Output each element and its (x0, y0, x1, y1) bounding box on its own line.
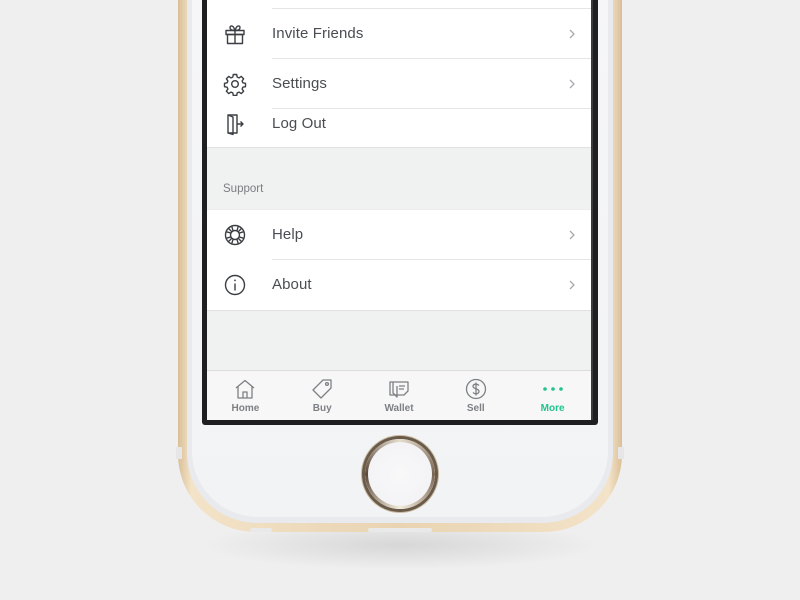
menu-item-label: Help (272, 226, 304, 243)
tab-label: Buy (312, 403, 332, 414)
gift-icon (225, 25, 245, 45)
menu-item-label: Invite Friends (272, 25, 364, 42)
menu-item-label: About (272, 276, 312, 293)
chevron-right-icon (569, 280, 575, 290)
dollar-circle-icon (465, 378, 486, 400)
chevron-right-icon (569, 29, 575, 39)
price-tag-icon (312, 379, 332, 399)
phone-side-button-left (176, 447, 182, 459)
tab-buy[interactable]: Buy (284, 371, 361, 420)
tab-label: Wallet (384, 403, 414, 414)
menu-item-log-out[interactable]: Log Out (207, 109, 591, 147)
home-button-ring (365, 439, 435, 509)
menu-item-settings[interactable]: Settings (207, 59, 591, 109)
support-menu-group: Help About (207, 209, 591, 311)
wallet-icon (389, 381, 409, 398)
logout-door-icon (227, 114, 244, 136)
home-icon (235, 379, 255, 399)
tab-bar: Home Buy Wallet Sell More (207, 370, 591, 420)
chevron-right-icon (569, 230, 575, 240)
tab-label: Home (231, 403, 260, 414)
menu-item-label: Settings (272, 75, 327, 92)
menu-item-help[interactable]: Help (207, 210, 591, 260)
phone-bottom-port (368, 528, 432, 532)
tab-more[interactable]: More (514, 371, 591, 420)
menu-item-about[interactable]: About (207, 260, 591, 310)
tab-label: More (540, 403, 565, 414)
info-icon (224, 274, 246, 296)
menu-item-invite-friends[interactable]: Invite Friends (207, 9, 591, 59)
app-screen: Invite Friends Settings Log Out Support … (207, 0, 591, 420)
phone-bottom-notch-left (250, 528, 272, 532)
more-dots-icon (542, 387, 563, 391)
chevron-right-icon (569, 79, 575, 89)
menu-item-label: Log Out (272, 115, 327, 132)
phone-side-button-right (618, 447, 624, 459)
tab-wallet[interactable]: Wallet (361, 371, 438, 420)
account-menu-group: Invite Friends Settings Log Out (207, 0, 591, 148)
gear-icon (223, 73, 247, 96)
section-header-support: Support (223, 183, 264, 195)
screen-edge (591, 0, 593, 420)
lifebuoy-icon (224, 224, 246, 246)
tab-sell[interactable]: Sell (437, 371, 514, 420)
tab-home[interactable]: Home (207, 371, 284, 420)
tab-label: Sell (466, 403, 485, 414)
